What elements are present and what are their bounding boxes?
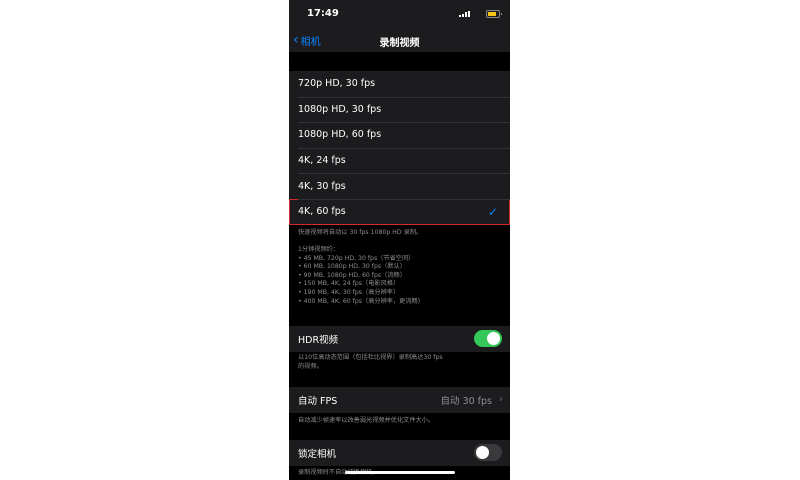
auto-fps-label: 自动 FPS — [298, 395, 338, 407]
resolution-option-1080p-30[interactable]: 1080p HD, 30 fps — [289, 96, 510, 123]
cellular-signal-icon — [459, 11, 471, 17]
resolution-option-1080p-60[interactable]: 1080p HD, 60 fps — [289, 122, 510, 148]
phone-screen: 17:49 ‹ 相机 录制视频 720p HD, 30 fps 1080p HD… — [289, 0, 510, 480]
lock-camera-label: 锁定相机 — [298, 448, 337, 460]
battery-icon — [486, 10, 502, 18]
hdr-video-label: HDR视频 — [298, 334, 339, 346]
auto-fps-group: 自动 FPS 自动 30 fps › — [289, 387, 510, 413]
lock-camera-group: 锁定相机 — [289, 440, 510, 466]
slow-motion-note: 快速视频将自动以 30 fps 1080p HD 录制。 — [298, 229, 423, 236]
resolution-list: 720p HD, 30 fps 1080p HD, 30 fps 1080p H… — [289, 71, 510, 225]
resolution-option-4k-60[interactable]: 4K, 60 fps ✓ — [289, 198, 510, 225]
status-time: 17:49 — [307, 8, 339, 19]
resolution-option-4k-30[interactable]: 4K, 30 fps — [289, 173, 510, 199]
resolution-option-4k-24[interactable]: 4K, 24 fps — [289, 147, 510, 174]
status-bar: 17:49 — [289, 0, 510, 28]
home-indicator[interactable] — [345, 471, 455, 474]
auto-fps-row[interactable]: 自动 FPS 自动 30 fps › — [289, 387, 510, 413]
auto-fps-value: 自动 30 fps — [440, 395, 492, 407]
file-size-info: 1分钟视频约： • 45 MB, 720p HD, 30 fps（节省空间） •… — [298, 246, 424, 305]
auto-fps-note: 自动减少帧速率以改善弱光视频并优化文件大小。 — [298, 417, 435, 424]
chevron-right-icon: › — [499, 394, 503, 406]
hdr-video-row: HDR视频 — [289, 326, 510, 352]
hdr-group: HDR视频 — [289, 326, 510, 352]
hdr-note: 以10位高动态范围（包括杜比视界）录制高达30 fps 的视频。 — [298, 354, 443, 370]
navigation-bar: ‹ 相机 录制视频 — [289, 28, 510, 52]
page-title: 录制视频 — [379, 38, 420, 49]
checkmark-icon: ✓ — [487, 204, 498, 219]
lock-camera-toggle[interactable] — [474, 444, 502, 461]
hdr-video-toggle[interactable] — [474, 330, 502, 347]
resolution-option-720p-30[interactable]: 720p HD, 30 fps — [289, 71, 510, 97]
lock-camera-row: 锁定相机 — [289, 440, 510, 466]
